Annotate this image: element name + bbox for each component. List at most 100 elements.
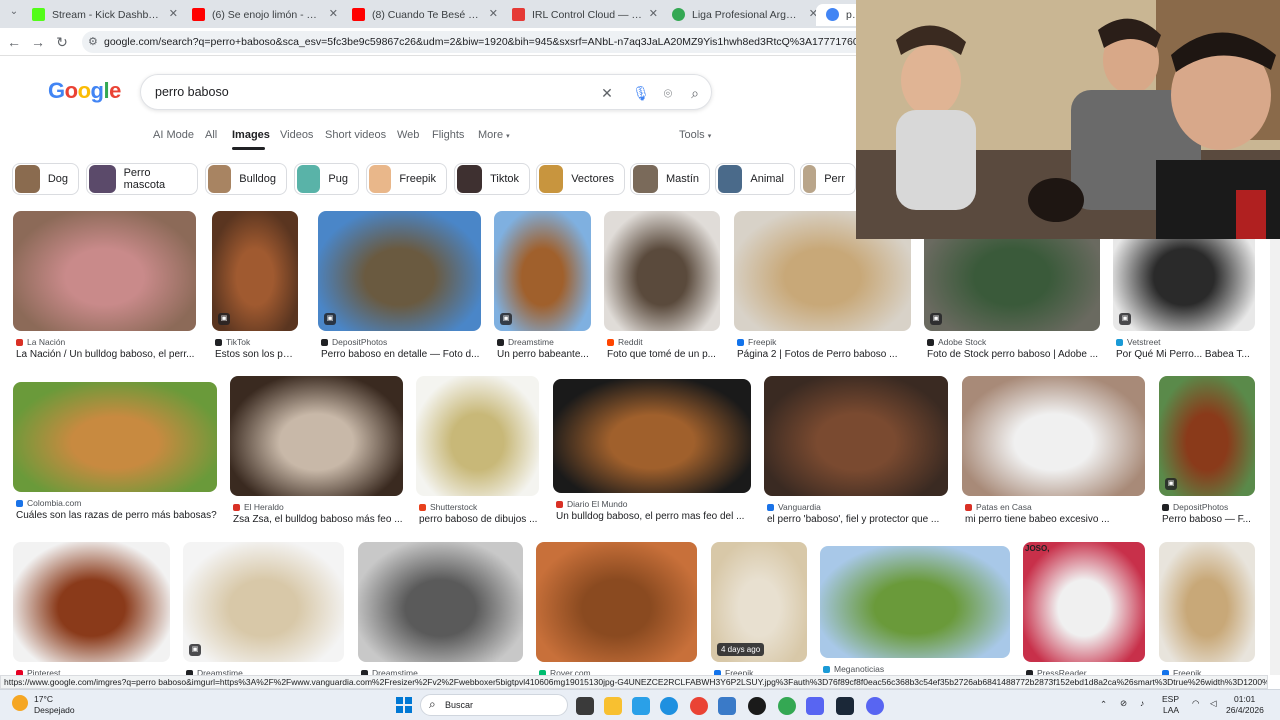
result-source[interactable]: Colombia.com	[16, 498, 217, 508]
store-icon[interactable]	[632, 697, 650, 715]
browser-tab-youtube-1[interactable]: (6) Se enojo limón - YouTube ✕	[182, 4, 342, 26]
edge-icon[interactable]	[660, 697, 678, 715]
result-caption[interactable]: Zsa Zsa, el bulldog baboso más feo ...	[233, 514, 403, 525]
chip-freepik[interactable]: Freepik	[366, 163, 447, 195]
discord-icon[interactable]	[866, 697, 884, 715]
tab-short-videos[interactable]: Short videos	[325, 129, 386, 141]
close-icon[interactable]: ✕	[329, 7, 338, 20]
image-result-thumbnail[interactable]: 4 days ago	[711, 542, 807, 662]
image-result-thumbnail[interactable]	[1159, 542, 1255, 662]
image-result-thumbnail[interactable]	[764, 376, 948, 496]
result-caption[interactable]: Perro baboso en detalle — Foto d...	[321, 349, 481, 360]
tab-images[interactable]: Images	[232, 129, 270, 141]
browser-tab-youtube-2[interactable]: (8) Cuando Te Besé - Becky G, N ✕	[342, 4, 502, 26]
result-source[interactable]: DepositPhotos	[1162, 502, 1255, 512]
close-icon[interactable]: ✕	[489, 7, 498, 20]
app-icon[interactable]	[806, 697, 824, 715]
chrome-profile-icon[interactable]	[778, 697, 796, 715]
result-source[interactable]: Reddit	[607, 337, 720, 347]
result-caption[interactable]: mi perro tiene babeo excesivo ...	[965, 514, 1145, 525]
chip-tiktok[interactable]: Tiktok	[454, 163, 530, 195]
browser-tab-irl[interactable]: IRL Control Cloud — Panel de ✕	[502, 4, 662, 26]
result-caption[interactable]: Perro baboso — F...	[1162, 514, 1255, 525]
image-result-thumbnail[interactable]	[13, 211, 196, 331]
app-icon[interactable]	[718, 697, 736, 715]
image-result-thumbnail[interactable]: ▣	[318, 211, 481, 331]
image-result-thumbnail[interactable]	[536, 542, 697, 662]
browser-tab-liga[interactable]: Liga Profesional Argentina - PC ✕	[662, 4, 822, 26]
chip-perro-mascota[interactable]: Perro mascota	[86, 163, 198, 195]
task-view-icon[interactable]	[576, 697, 594, 715]
result-caption[interactable]: Página 2 | Fotos de Perro baboso ...	[737, 349, 911, 360]
image-result-thumbnail[interactable]	[230, 376, 403, 496]
chip-animal[interactable]: Animal	[715, 163, 795, 195]
volume-icon[interactable]: ◁	[1210, 698, 1217, 709]
microphone-icon[interactable]: 🎙	[631, 83, 651, 103]
clock-time[interactable]: 01:01	[1234, 694, 1255, 704]
tab-ai-mode[interactable]: AI Mode	[153, 129, 194, 141]
chip-mastin[interactable]: Mastín	[630, 163, 710, 195]
result-source[interactable]: Diario El Mundo	[556, 499, 751, 509]
back-icon[interactable]: ←	[4, 32, 24, 52]
result-source[interactable]: Patas en Casa	[965, 502, 1145, 512]
image-result-thumbnail[interactable]	[604, 211, 720, 331]
result-source[interactable]: El Heraldo	[233, 502, 403, 512]
result-source[interactable]: Shutterstock	[419, 502, 539, 512]
image-result-thumbnail[interactable]	[358, 542, 523, 662]
result-caption[interactable]: perro baboso de dibujos ...	[419, 514, 539, 525]
obs-icon[interactable]	[748, 697, 766, 715]
language-code[interactable]: ESP	[1162, 694, 1179, 704]
result-caption[interactable]: el perro 'baboso', fiel y protector que …	[767, 514, 948, 525]
chip-perro[interactable]: Perr	[800, 163, 856, 195]
image-result-thumbnail[interactable]	[820, 546, 1010, 658]
tab-all[interactable]: All	[205, 129, 217, 141]
tab-flights[interactable]: Flights	[432, 129, 464, 141]
result-source[interactable]: DepositPhotos	[321, 337, 481, 347]
image-result-thumbnail[interactable]: ▣	[212, 211, 298, 331]
mic-icon[interactable]: ♪	[1140, 698, 1144, 708]
result-source[interactable]: La Nación	[16, 337, 196, 347]
tab-search-icon[interactable]: ⌄	[4, 2, 24, 22]
image-result-thumbnail[interactable]	[553, 379, 751, 493]
weather-icon[interactable]	[12, 695, 28, 711]
network-icon[interactable]: ⊘	[1120, 698, 1127, 709]
taskbar-search[interactable]: ⌕ Buscar	[420, 694, 568, 716]
camera-icon[interactable]: ⌾	[658, 83, 678, 103]
file-explorer-icon[interactable]	[604, 697, 622, 715]
search-input[interactable]: perro baboso	[155, 85, 229, 99]
tab-more[interactable]: More ▾	[478, 129, 510, 141]
result-source[interactable]: Freepik	[737, 337, 911, 347]
google-logo[interactable]: Google	[48, 78, 121, 104]
image-result-thumbnail[interactable]: ▣	[183, 542, 344, 662]
result-caption[interactable]: Foto que tomé de un p...	[607, 349, 720, 360]
chip-bulldog[interactable]: Bulldog	[205, 163, 287, 195]
result-caption[interactable]: Un perro babeante...	[497, 349, 591, 360]
forward-icon[interactable]: →	[28, 32, 48, 52]
result-source[interactable]: Vetstreet	[1116, 337, 1255, 347]
image-result-thumbnail[interactable]	[13, 542, 170, 662]
result-source[interactable]: Vanguardia	[767, 502, 948, 512]
wifi-icon[interactable]: ◠	[1192, 698, 1199, 709]
chip-vectores[interactable]: Vectores	[536, 163, 625, 195]
chip-dog[interactable]: Dog	[12, 163, 79, 195]
result-source[interactable]: Dreamstime	[497, 337, 591, 347]
image-result-thumbnail[interactable]	[962, 376, 1145, 496]
search-box[interactable]: perro baboso ✕ 🎙 ⌾ ⌕	[140, 74, 712, 110]
steam-icon[interactable]	[836, 697, 854, 715]
result-caption[interactable]: Por Qué Mi Perro... Babea T...	[1116, 349, 1255, 360]
result-source[interactable]: TikTok	[215, 337, 298, 347]
result-caption[interactable]: Foto de Stock perro baboso | Adobe ...	[927, 349, 1100, 360]
reload-icon[interactable]: ↻	[52, 32, 72, 52]
search-icon[interactable]: ⌕	[685, 83, 705, 103]
close-icon[interactable]: ✕	[649, 7, 658, 20]
result-source[interactable]: Adobe Stock	[927, 337, 1100, 347]
result-caption[interactable]: Un bulldog baboso, el perro mas feo del …	[556, 511, 751, 522]
tab-videos[interactable]: Videos	[280, 129, 313, 141]
close-icon[interactable]: ✕	[169, 7, 178, 20]
chrome-icon[interactable]	[690, 697, 708, 715]
result-caption[interactable]: Estos son los perr...	[215, 349, 298, 360]
image-result-thumbnail[interactable]	[416, 376, 539, 496]
browser-tab-kick[interactable]: Stream - Kick Dashboard ✕	[22, 4, 182, 26]
result-source[interactable]: Meganoticias	[823, 664, 1010, 674]
result-caption[interactable]: Cuáles son las razas de perro más babosa…	[16, 510, 217, 521]
